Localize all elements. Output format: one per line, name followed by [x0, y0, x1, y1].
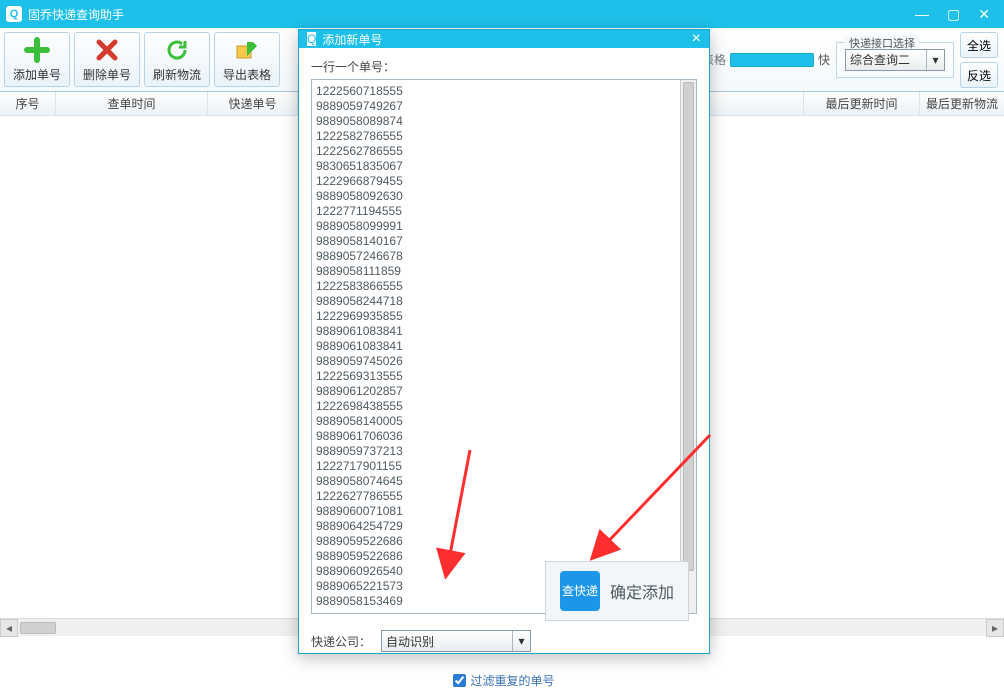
- company-row: 快递公司： 自动识别 ▾: [311, 630, 697, 652]
- export-button[interactable]: 导出表格: [214, 32, 280, 87]
- titlebar: Q 固乔快递查询助手 — ▢ ✕: [0, 0, 1004, 28]
- invert-selection-button[interactable]: 反选: [960, 62, 998, 88]
- interface-value: 综合查询二: [850, 51, 910, 68]
- col-seq[interactable]: 序号: [0, 92, 56, 115]
- company-combobox[interactable]: 自动识别 ▾: [381, 630, 531, 652]
- dialog-body: 一行一个单号： 1222560718555 9889059749267 9889…: [299, 48, 709, 699]
- confirm-add-label: 确定添加: [610, 579, 674, 603]
- col-num[interactable]: 快递单号: [208, 92, 298, 115]
- interface-combobox[interactable]: 综合查询二 ▾: [845, 49, 945, 71]
- minimize-button[interactable]: —: [915, 6, 929, 23]
- add-number-label: 添加单号: [13, 66, 61, 83]
- refresh-button[interactable]: 刷新物流: [144, 32, 210, 87]
- scroll-right-arrow[interactable]: ▸: [986, 619, 1004, 637]
- add-number-dialog: Q 添加新单号 × 一行一个单号： 1222560718555 98890597…: [298, 29, 710, 654]
- app-icon: Q: [6, 6, 22, 22]
- speed-fast-label: 快: [818, 51, 830, 68]
- delete-number-label: 删除单号: [83, 66, 131, 83]
- interface-select-group: 快递接口选择 综合查询二 ▾: [836, 42, 954, 78]
- scroll-thumb[interactable]: [20, 622, 56, 634]
- company-label: 快递公司：: [311, 633, 371, 650]
- confirm-logo-icon: 查快递: [560, 571, 600, 611]
- line-hint: 一行一个单号：: [311, 58, 697, 75]
- col-last-logi[interactable]: 最后更新物流: [920, 92, 1004, 115]
- add-number-button[interactable]: 添加单号: [4, 32, 70, 87]
- dialog-title: 添加新单号: [322, 31, 382, 48]
- confirm-logo-text: 查快递: [562, 585, 598, 597]
- plus-icon: [24, 37, 50, 63]
- company-value: 自动识别: [386, 633, 434, 650]
- numbers-textarea[interactable]: 1222560718555 9889059749267 988905808987…: [311, 79, 697, 614]
- close-window-button[interactable]: ✕: [978, 6, 990, 23]
- export-label: 导出表格: [223, 66, 271, 83]
- chevron-down-icon: ▾: [512, 631, 530, 651]
- filter-duplicate-label: 过滤重复的单号: [470, 672, 554, 689]
- dialog-icon: Q: [307, 32, 316, 46]
- delete-number-button[interactable]: 删除单号: [74, 32, 140, 87]
- x-icon: [94, 37, 120, 63]
- refresh-label: 刷新物流: [153, 66, 201, 83]
- speed-bar[interactable]: [730, 53, 814, 67]
- dialog-titlebar: Q 添加新单号 ×: [299, 30, 709, 48]
- window-controls: — ▢ ✕: [915, 6, 998, 23]
- col-last-update[interactable]: 最后更新时间: [804, 92, 920, 115]
- filter-duplicate-row[interactable]: 过滤重复的单号: [311, 672, 697, 689]
- dialog-close-button[interactable]: ×: [692, 30, 701, 48]
- export-icon: [234, 37, 260, 63]
- invert-selection-label: 反选: [967, 69, 991, 83]
- scroll-left-arrow[interactable]: ◂: [0, 619, 18, 637]
- app-title: 固乔快递查询助手: [28, 6, 124, 23]
- col-time[interactable]: 查单时间: [56, 92, 208, 115]
- maximize-button[interactable]: ▢: [947, 6, 960, 23]
- select-all-button[interactable]: 全选: [960, 32, 998, 58]
- confirm-add-button[interactable]: 查快递 确定添加: [545, 561, 689, 621]
- refresh-icon: [164, 37, 190, 63]
- chevron-down-icon: ▾: [926, 50, 944, 70]
- textarea-scrollbar[interactable]: [680, 80, 696, 613]
- select-all-label: 全选: [967, 39, 991, 53]
- filter-duplicate-checkbox[interactable]: [453, 674, 466, 687]
- textarea-scroll-thumb[interactable]: [683, 82, 694, 571]
